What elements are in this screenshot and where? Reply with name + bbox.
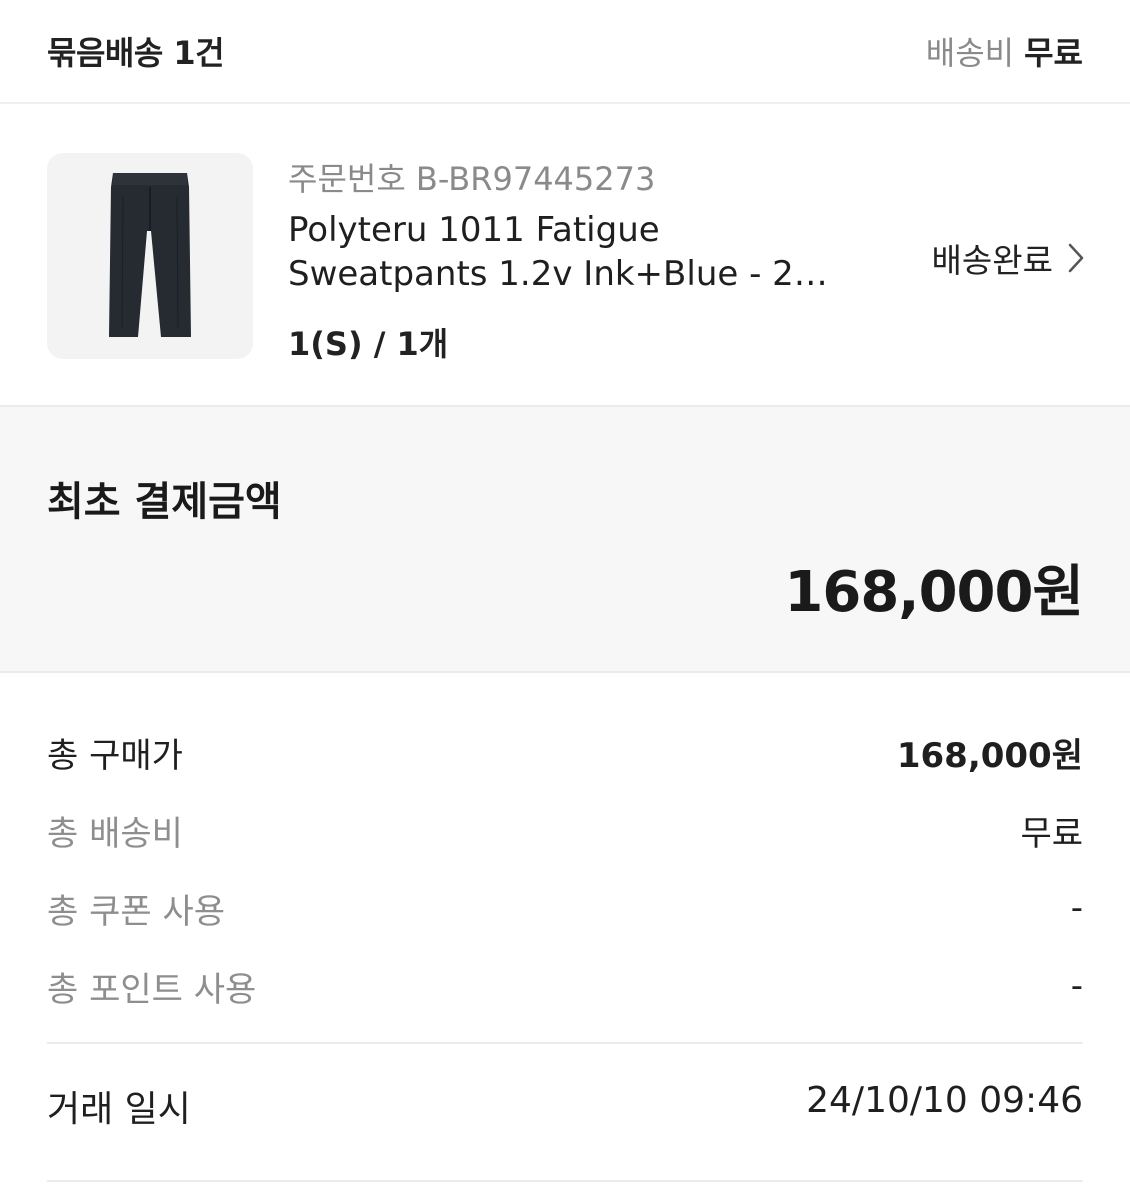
product-name[interactable]: Polyteru 1011 Fatigue Sweatpants 1.2v In… <box>288 208 828 296</box>
transaction-datetime-row: 거래 일시 24/10/10 09:46 <box>47 1080 1083 1132</box>
delivery-status-label: 배송완료 <box>931 241 1053 280</box>
initial-payment-title: 최초 결제금액 <box>47 479 282 525</box>
initial-payment-amount: 168,000원 <box>784 560 1084 625</box>
order-item[interactable]: 주문번호 B-BR97445273 Polyteru 1011 Fatigue … <box>0 104 1130 407</box>
product-thumbnail[interactable] <box>47 153 253 359</box>
divider <box>47 1180 1083 1182</box>
transaction-datetime-value: 24/10/10 09:46 <box>806 1080 1083 1121</box>
delivery-status-link[interactable]: 배송완료 <box>932 234 1085 282</box>
payment-summary: 총 구매가 168,000원 총 배송비 무료 총 쿠폰 사용 - 총 포인트 … <box>47 713 1083 1025</box>
summary-row-shipping: 총 배송비 무료 <box>47 791 1083 869</box>
product-option: 1(S) / 1개 <box>288 325 449 363</box>
summary-key: 총 구매가 <box>47 735 183 776</box>
bundle-title: 묶음배송 1건 <box>47 34 225 72</box>
shipping-fee-value: 무료 <box>1024 34 1083 72</box>
summary-value: - <box>1070 966 1083 1006</box>
transaction-datetime-label: 거래 일시 <box>47 1089 191 1130</box>
summary-row-total-price: 총 구매가 168,000원 <box>47 713 1083 791</box>
summary-value: 168,000원 <box>896 735 1083 776</box>
divider <box>47 1042 1083 1044</box>
summary-value: 무료 <box>1020 813 1083 854</box>
initial-payment-section: 최초 결제금액 168,000원 <box>0 407 1130 673</box>
summary-row-points: 총 포인트 사용 - <box>47 947 1083 1025</box>
order-number: 주문번호 B-BR97445273 <box>288 160 656 198</box>
product-name-line1: Polyteru 1011 Fatigue <box>288 210 660 250</box>
shipping-fee: 배송비 무료 <box>926 28 1083 74</box>
product-name-line2: Sweatpants 1.2v Ink+Blue - 2… <box>288 254 828 294</box>
summary-key: 총 포인트 사용 <box>47 969 257 1010</box>
bundle-header: 묶음배송 1건 배송비 무료 <box>0 0 1130 104</box>
shipping-fee-label: 배송비 <box>925 34 1015 72</box>
pants-image <box>109 172 191 337</box>
summary-value: - <box>1070 888 1083 928</box>
chevron-right-icon <box>1068 243 1084 273</box>
summary-key: 총 쿠폰 사용 <box>47 891 226 932</box>
summary-row-coupon: 총 쿠폰 사용 - <box>47 869 1083 947</box>
summary-key: 총 배송비 <box>47 813 183 854</box>
